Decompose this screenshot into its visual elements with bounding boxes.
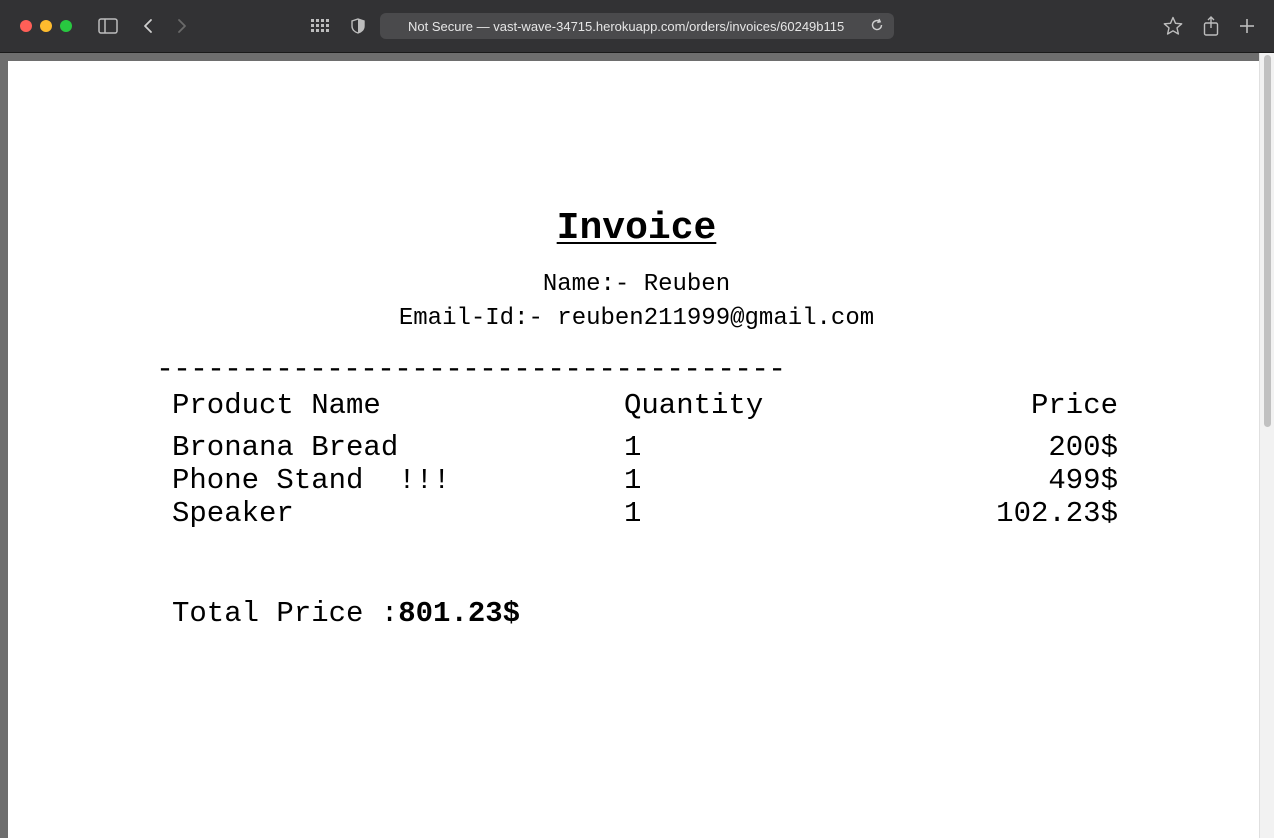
table-row: Phone Stand !!! 1 499$ <box>172 464 1118 497</box>
back-icon[interactable] <box>136 14 160 38</box>
zoom-window-button[interactable] <box>60 20 72 32</box>
web-content-area: Invoice Name:- Reuben Email-Id:- reuben2… <box>0 53 1274 838</box>
item-quantity: 1 <box>624 464 642 497</box>
address-bar[interactable]: Not Secure — vast-wave-34715.herokuapp.c… <box>380 13 894 39</box>
privacy-shield-icon[interactable] <box>346 14 370 38</box>
item-price: 499$ <box>1048 464 1118 497</box>
item-price: 200$ <box>1048 431 1118 464</box>
table-row: Bronana Bread 1 200$ <box>172 431 1118 464</box>
header-quantity: Quantity <box>624 389 764 422</box>
header-product-name: Product Name <box>172 389 381 422</box>
browser-toolbar: Not Secure — vast-wave-34715.herokuapp.c… <box>0 0 1274 53</box>
reload-icon[interactable] <box>870 18 886 34</box>
total-price: Total Price :801.23$ <box>172 597 520 630</box>
new-tab-plus-icon[interactable] <box>1235 14 1259 38</box>
close-window-button[interactable] <box>20 20 32 32</box>
customer-name: Name:- Reuben <box>542 271 731 298</box>
bookmark-star-icon[interactable] <box>1161 14 1185 38</box>
browser-window: Not Secure — vast-wave-34715.herokuapp.c… <box>0 0 1274 838</box>
item-product-name: Speaker <box>172 497 294 530</box>
header-price: Price <box>1030 389 1118 422</box>
item-quantity: 1 <box>624 431 642 464</box>
minimize-window-button[interactable] <box>40 20 52 32</box>
vertical-scrollbar[interactable] <box>1259 53 1274 838</box>
sidebar-toggle-icon[interactable] <box>96 14 120 38</box>
item-quantity: 1 <box>624 497 642 530</box>
address-bar-text: Not Secure — vast-wave-34715.herokuapp.c… <box>408 18 845 34</box>
tab-overview-grid-icon[interactable] <box>308 14 332 38</box>
table-header-row: Product Name Quantity Price <box>172 389 1118 431</box>
total-price-value: 801.23$ <box>398 597 521 630</box>
item-price: 102.23$ <box>996 497 1118 530</box>
invoice-page: Invoice Name:- Reuben Email-Id:- reuben2… <box>8 61 1259 838</box>
table-row: Speaker 1 102.23$ <box>172 497 1118 530</box>
item-product-name: Phone Stand !!! <box>172 464 451 497</box>
dashed-divider: ------------------------------------- <box>156 353 786 387</box>
item-product-name: Bronana Bread <box>172 431 399 464</box>
share-icon[interactable] <box>1199 14 1223 38</box>
customer-email: Email-Id:- reuben211999@gmail.com <box>398 305 875 332</box>
scrollbar-thumb[interactable] <box>1264 55 1271 427</box>
invoice-title: Invoice <box>556 207 717 250</box>
total-price-label: Total Price : <box>172 597 399 630</box>
invoice-items-table: Product Name Quantity Price Bronana Brea… <box>172 389 1118 530</box>
forward-icon[interactable] <box>170 14 194 38</box>
